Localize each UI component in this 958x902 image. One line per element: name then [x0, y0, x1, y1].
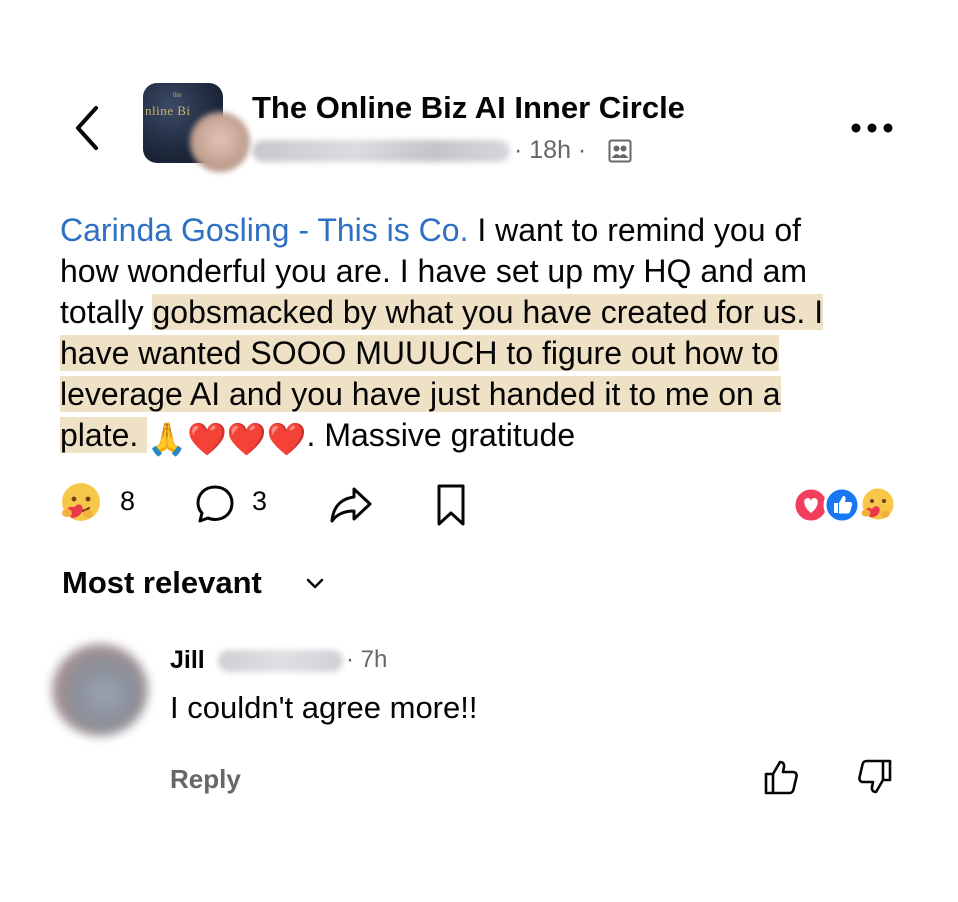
- commenter-name[interactable]: Jill: [170, 646, 205, 675]
- care-reaction-icon[interactable]: [58, 480, 104, 526]
- share-icon[interactable]: [328, 484, 374, 526]
- poster-avatar[interactable]: [190, 112, 250, 172]
- post-line: plate. 🙏❤️❤️❤️. Massive gratitude: [60, 415, 920, 457]
- back-chevron-icon[interactable]: [70, 104, 104, 152]
- post-text: totally: [60, 294, 153, 330]
- highlighted-text: plate.: [60, 417, 148, 453]
- commenter-avatar[interactable]: [52, 644, 148, 736]
- group-audience-icon: [608, 139, 632, 163]
- post-line: leverage AI and you have just handed it …: [60, 374, 920, 415]
- reaction-summary[interactable]: [790, 484, 902, 526]
- love-reaction-icon: [792, 486, 830, 524]
- chevron-down-icon[interactable]: [305, 577, 325, 591]
- highlighted-text: have wanted SOOO MUUUCH to figure out ho…: [60, 335, 779, 371]
- thumbs-down-icon[interactable]: [856, 758, 894, 796]
- save-bookmark-icon[interactable]: [434, 482, 468, 528]
- post-text: I want to remind you of: [468, 212, 802, 248]
- heart-emoji-icon: ❤️: [226, 421, 267, 457]
- like-reaction-icon: [823, 486, 861, 524]
- post-time: · 18h ·: [514, 136, 587, 164]
- post-line: have wanted SOOO MUUUCH to figure out ho…: [60, 333, 920, 374]
- pray-emoji-icon: 🙏: [147, 421, 188, 457]
- heart-emoji-icon: ❤️: [266, 421, 307, 457]
- comment-icon[interactable]: [194, 483, 236, 525]
- more-options-icon[interactable]: [848, 118, 896, 138]
- poster-name-redacted: [252, 140, 510, 162]
- mention-link[interactable]: Carinda Gosling - This is Co.: [60, 212, 468, 248]
- group-logo-text: nline Bi: [145, 103, 191, 118]
- group-name[interactable]: The Online Biz AI Inner Circle: [252, 90, 685, 126]
- commenter-surname-redacted: [218, 650, 343, 672]
- highlighted-text: gobsmacked by what you have created for …: [152, 294, 824, 330]
- comment-count[interactable]: 3: [252, 486, 267, 517]
- post-text: . Massive gratitude: [306, 417, 576, 453]
- post-line: Carinda Gosling - This is Co. I want to …: [60, 210, 920, 251]
- care-reaction-icon: [859, 485, 897, 523]
- post-line: totally gobsmacked by what you have crea…: [60, 292, 920, 333]
- comment-sort-dropdown[interactable]: Most relevant: [62, 565, 262, 601]
- comment-time: · 7h: [346, 646, 388, 673]
- post-body: Carinda Gosling - This is Co. I want to …: [60, 210, 920, 457]
- reaction-count[interactable]: 8: [120, 486, 135, 517]
- highlighted-text: leverage AI and you have just handed it …: [60, 376, 781, 412]
- reply-button[interactable]: Reply: [170, 764, 241, 795]
- post-line: how wonderful you are. I have set up my …: [60, 253, 808, 289]
- heart-emoji-icon: ❤️: [187, 421, 227, 457]
- comment-text: I couldn't agree more!!: [170, 690, 478, 725]
- group-logo-small-text: the: [173, 91, 182, 99]
- thumbs-up-icon[interactable]: [762, 758, 800, 796]
